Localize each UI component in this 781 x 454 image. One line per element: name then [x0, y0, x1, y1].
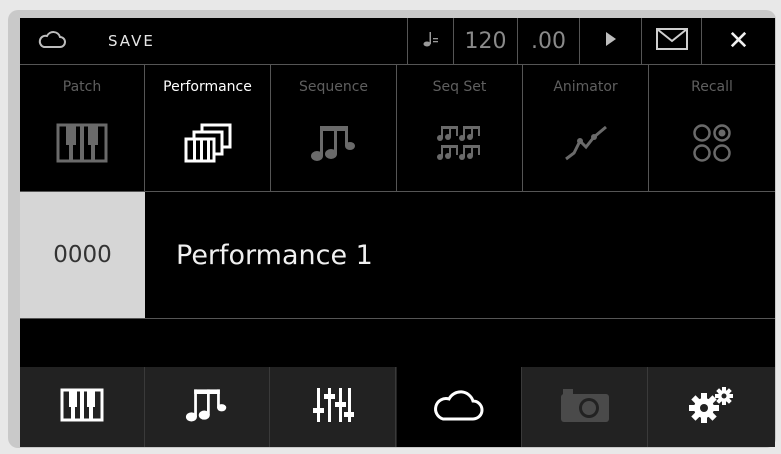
tab-patch-label: Patch [62, 79, 102, 95]
keyboard-icon [20, 121, 144, 165]
cloud-icon [433, 388, 485, 426]
current-performance-row[interactable]: 0000 Performance 1 [20, 192, 775, 319]
settings-gears-icon [686, 386, 738, 428]
tab-patch[interactable]: Patch [20, 65, 145, 191]
play-button[interactable] [580, 18, 642, 64]
tab-performance[interactable]: Performance [145, 65, 271, 191]
mail-icon [655, 28, 688, 54]
tab-recall-label: Recall [691, 79, 733, 95]
save-label: SAVE [108, 32, 155, 50]
tempo-whole[interactable]: 120 [454, 18, 518, 64]
cloud-icon [38, 29, 66, 53]
tempo-whole-value: 120 [464, 28, 507, 54]
mixer-sliders-icon [311, 386, 355, 428]
bottom-nav [20, 367, 775, 447]
cloud-button[interactable] [20, 18, 84, 64]
close-icon: ✕ [727, 26, 750, 56]
performance-number-value: 0000 [53, 242, 112, 268]
tab-animator-label: Animator [553, 79, 618, 95]
stacked-keyboards-icon [145, 121, 270, 165]
mail-button[interactable] [642, 18, 702, 64]
bottom-settings-button[interactable] [649, 367, 775, 447]
mode-tabs: Patch Performance Sequence Seq Set Anima… [20, 65, 775, 192]
tempo-fraction[interactable]: .00 [518, 18, 580, 64]
tab-sequence[interactable]: Sequence [271, 65, 397, 191]
recall-circles-icon [649, 121, 775, 165]
tempo-fraction-value: .00 [531, 28, 566, 54]
bottom-mixer-button[interactable] [271, 367, 396, 447]
bottom-cloud-button[interactable] [397, 367, 522, 447]
tab-seq-set-label: Seq Set [432, 79, 487, 95]
bottom-keyboard-button[interactable] [20, 367, 145, 447]
tab-sequence-label: Sequence [298, 79, 369, 95]
bottom-camera-button[interactable] [523, 367, 648, 447]
top-bar: SAVE 120 .00 ✕ [20, 18, 775, 65]
synth-screen: SAVE 120 .00 ✕ Patch Performance Sequenc… [20, 18, 775, 447]
music-notes-icon [185, 386, 229, 428]
play-icon [604, 31, 618, 51]
performance-name-value: Performance 1 [176, 239, 373, 271]
keyboard-icon [60, 388, 104, 426]
performance-number[interactable]: 0000 [20, 192, 145, 318]
tab-animator[interactable]: Animator [523, 65, 649, 191]
save-button[interactable]: SAVE [108, 18, 408, 64]
animator-curve-icon [523, 121, 648, 165]
sequence-set-icon [397, 121, 522, 165]
bottom-sequence-button[interactable] [145, 367, 270, 447]
quarter-note-tempo-icon [422, 30, 440, 52]
camera-icon [559, 386, 611, 428]
close-button[interactable]: ✕ [702, 18, 775, 64]
tempo-note [408, 18, 454, 64]
music-notes-icon [271, 121, 396, 165]
tab-seq-set[interactable]: Seq Set [397, 65, 523, 191]
tab-performance-label: Performance [163, 79, 252, 95]
tab-recall[interactable]: Recall [649, 65, 775, 191]
performance-name[interactable]: Performance 1 [176, 192, 373, 318]
